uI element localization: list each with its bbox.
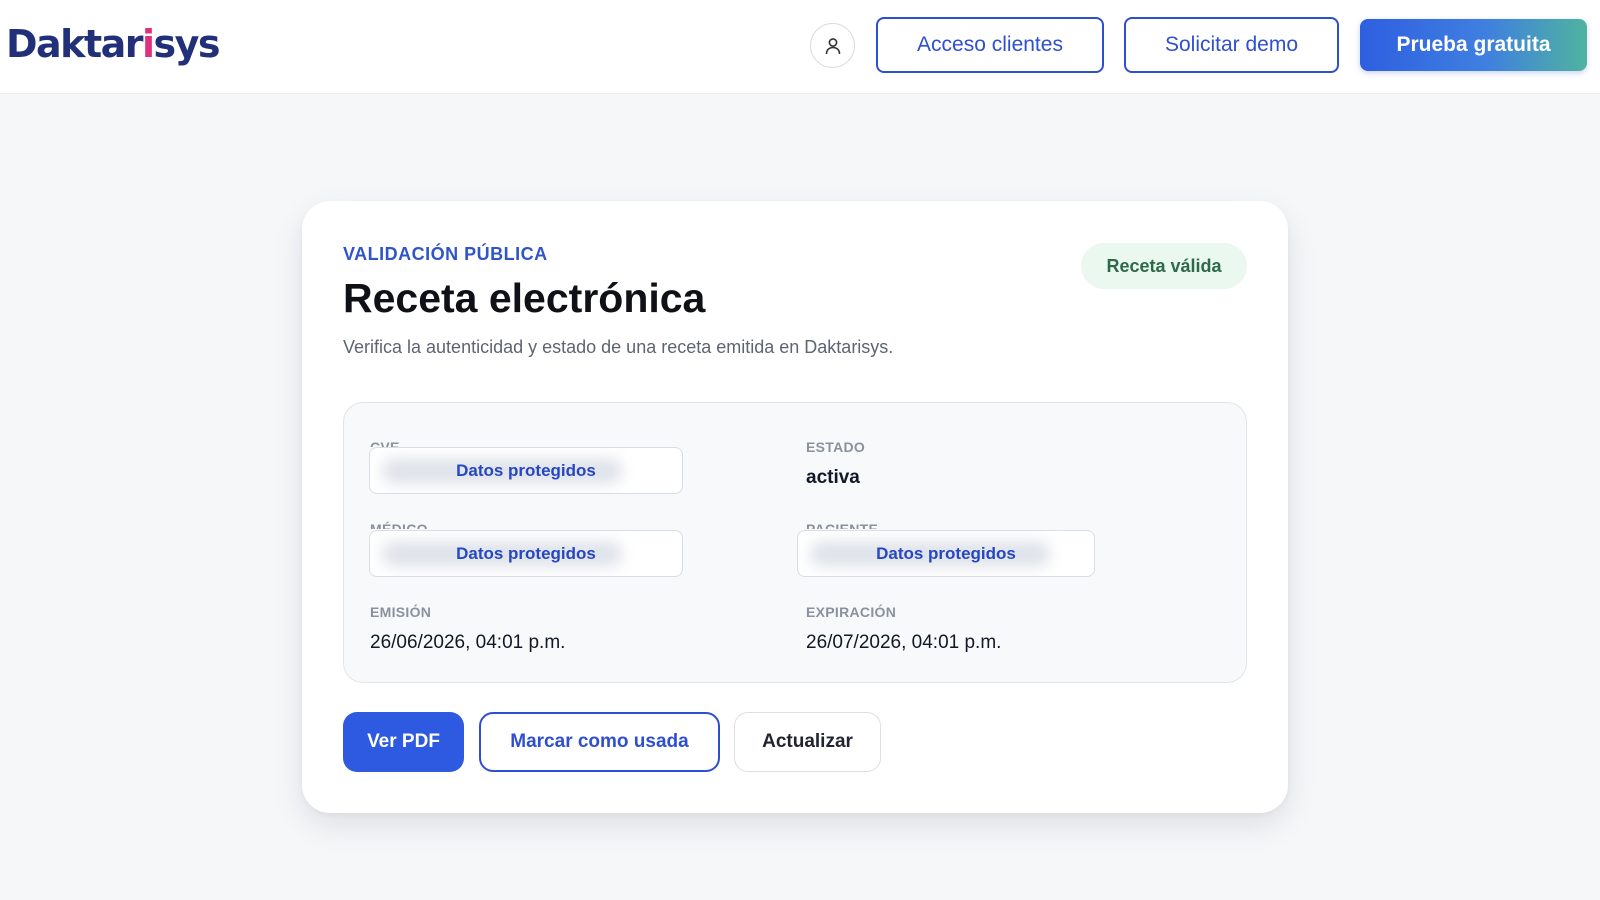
user-icon	[825, 37, 840, 54]
cve-label: CVE	[370, 439, 400, 447]
request-demo-button[interactable]: Solicitar demo	[1124, 17, 1339, 73]
page-subtitle: Verifica la autenticidad y estado de una…	[343, 337, 894, 357]
view-pdf-button[interactable]: Ver PDF	[343, 712, 464, 772]
page-title: Receta electrónica	[343, 275, 706, 321]
mark-as-used-button[interactable]: Marcar como usada	[479, 712, 720, 772]
prescription-details-panel: CVE Datos protegidos ESTADO activa MÉDIC…	[343, 402, 1247, 683]
user-account-button[interactable]	[810, 23, 855, 68]
status-badge: Receta válida	[1081, 243, 1247, 289]
expiracion-label: EXPIRACIÓN	[806, 604, 897, 620]
daktarisys-logo[interactable]: Daktarisys	[6, 22, 221, 66]
emision-label: EMISIÓN	[370, 604, 432, 620]
paciente-protected-data[interactable]: Datos protegidos	[797, 530, 1095, 577]
emision-value: 26/06/2026, 04:01 p.m.	[370, 632, 566, 653]
client-access-button[interactable]: Acceso clientes	[876, 17, 1104, 73]
cve-protected-data[interactable]: Datos protegidos	[369, 447, 683, 494]
refresh-button[interactable]: Actualizar	[734, 712, 881, 772]
medico-label: MÉDICO	[370, 521, 428, 529]
medico-protected-data[interactable]: Datos protegidos	[369, 530, 683, 577]
paciente-label: PACIENTE	[806, 521, 879, 529]
section-eyebrow: VALIDACIÓN PÚBLICA	[343, 244, 548, 264]
prescription-validation-card: VALIDACIÓN PÚBLICA Receta electrónica Ve…	[302, 201, 1288, 813]
estado-value: activa	[806, 467, 860, 488]
expiracion-value: 26/07/2026, 04:01 p.m.	[806, 632, 1002, 653]
estado-label: ESTADO	[806, 439, 866, 455]
top-navbar: Daktarisys Acceso clientes Solicitar dem…	[0, 0, 1600, 94]
free-trial-button[interactable]: Prueba gratuita	[1360, 19, 1587, 71]
